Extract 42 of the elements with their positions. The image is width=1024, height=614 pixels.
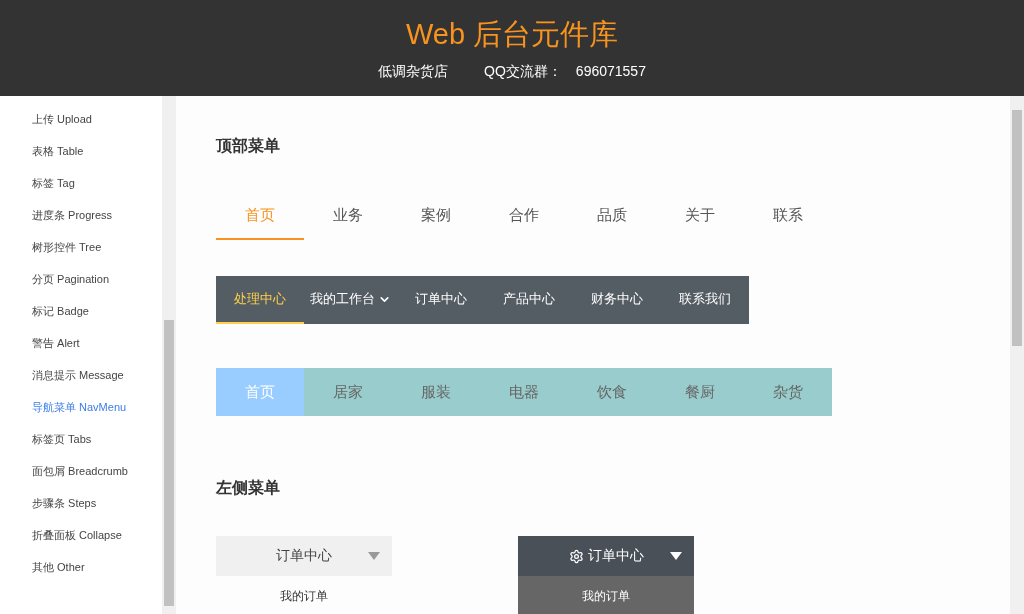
settings-icon [568, 548, 584, 564]
section-title: 左侧菜单 [216, 478, 281, 498]
submenu-item[interactable]: 我的订单 [216, 576, 392, 614]
qq-group-number: 696071557 [575, 63, 646, 81]
site-title: Web 后台元件库 [405, 17, 619, 52]
sidebar-item[interactable]: 步骤条 Steps [0, 496, 162, 528]
sidebar-item[interactable]: 分页 Pagination [0, 272, 162, 304]
sidebar-item[interactable]: 警告 Alert [0, 336, 162, 368]
menu-tab[interactable]: 合作 [480, 192, 568, 240]
menu-tab[interactable]: 处理中心 [216, 276, 304, 324]
sidebar-item[interactable]: 树形控件 Tree [0, 240, 162, 272]
menu-tab[interactable]: 业务 [304, 192, 392, 240]
sidebar-item[interactable]: 消息提示 Message [0, 368, 162, 400]
menu-tab[interactable]: 品质 [568, 192, 656, 240]
sidebar-item[interactable]: 进度条 Progress [0, 208, 162, 240]
submenu-item[interactable]: 我的订单 [518, 576, 694, 614]
sidebar-item[interactable]: 标签页 Tabs [0, 432, 162, 464]
scrollbar[interactable] [1010, 96, 1024, 614]
sidebar-item[interactable]: 其他 Other [0, 560, 162, 592]
menu-tab[interactable]: 联系我们 [661, 276, 749, 324]
menu-tab[interactable]: 案例 [392, 192, 480, 240]
sidebar-item[interactable]: 面包屑 Breadcrumb [0, 464, 162, 496]
menu-tab[interactable]: 订单中心 [397, 276, 485, 324]
caret-icon [670, 552, 682, 560]
shop-name: 低调杂货店 [378, 63, 449, 81]
sidebar-item[interactable]: 上传 Upload [0, 112, 162, 144]
submenu-header[interactable]: 订单中心 [518, 536, 694, 576]
caret-icon [368, 552, 380, 560]
sidebar-item[interactable]: 折叠面板 Collapse [0, 528, 162, 560]
menu-tab[interactable]: 产品中心 [485, 276, 573, 324]
submenu-header[interactable]: 订单中心 [216, 536, 392, 576]
sidebar-item[interactable]: 导航菜单 NavMenu [0, 400, 162, 432]
qq-group-label: QQ交流群： [484, 63, 562, 81]
menu-tab[interactable]: 联系 [744, 192, 832, 240]
sidebar-item[interactable]: 标记 Badge [0, 304, 162, 336]
sidebar-item[interactable]: 表格 Table [0, 144, 162, 176]
scrollbar[interactable] [162, 96, 176, 614]
menu-tab[interactable]: 财务中心 [573, 276, 661, 324]
section-title: 顶部菜单 [216, 136, 281, 156]
menu-tab[interactable]: 我的工作台 [304, 276, 397, 324]
menu-tab[interactable]: 关于 [656, 192, 744, 240]
sidebar-item[interactable]: 标签 Tag [0, 176, 162, 208]
